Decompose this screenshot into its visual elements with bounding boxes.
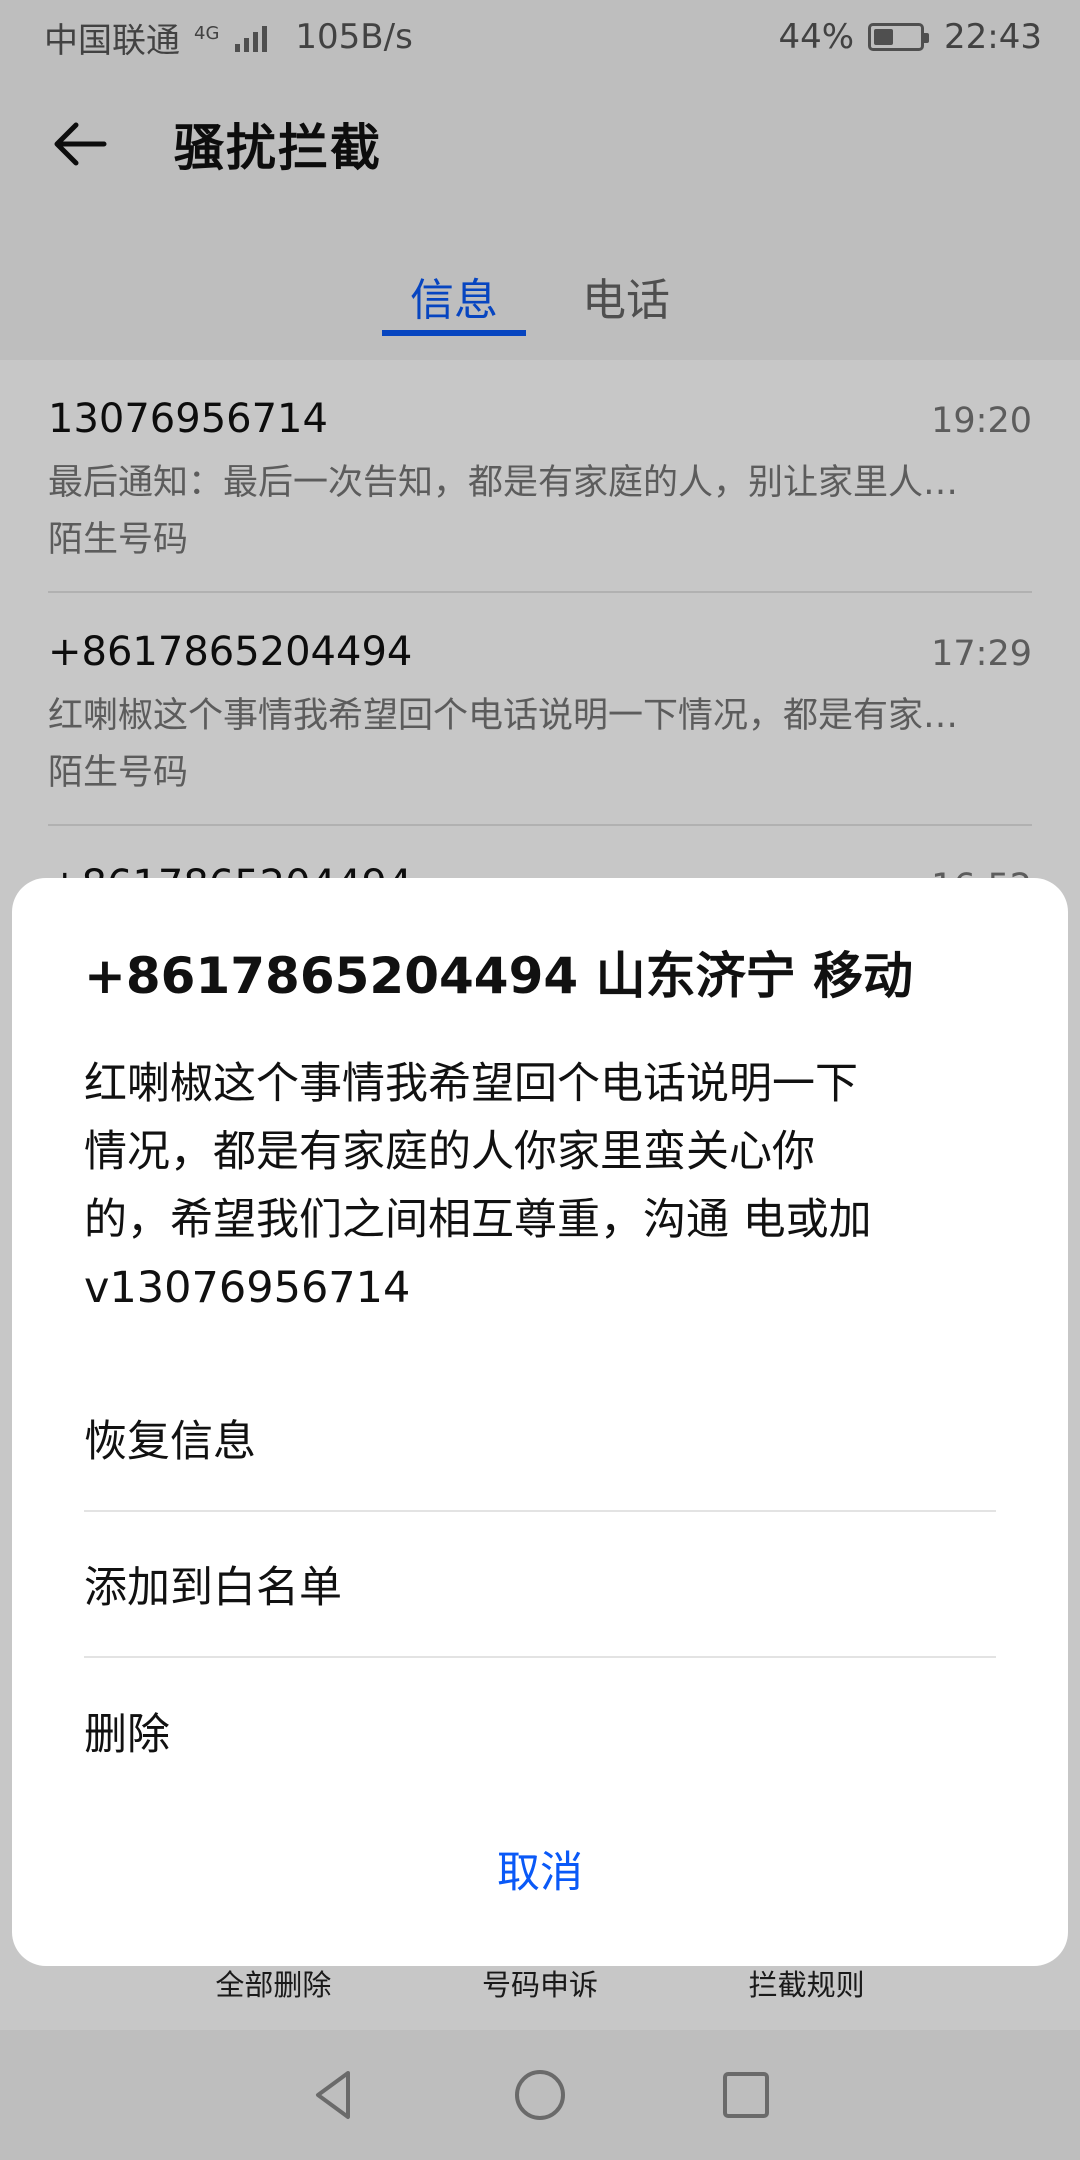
delete-option[interactable]: 删除 [84, 1658, 996, 1804]
cancel-button[interactable]: 取消 [12, 1838, 1068, 1900]
message-line: 的，希望我们之间相互尊重，沟通 电或加 [84, 1195, 872, 1245]
message-line: v13076956714 [84, 1263, 411, 1313]
restore-message-option[interactable]: 恢复信息 [84, 1366, 996, 1512]
add-to-whitelist-option[interactable]: 添加到白名单 [84, 1512, 996, 1658]
message-line: 红喇椒这个事情我希望回个电话说明一下 [84, 1059, 858, 1109]
dialog-message-body: 红喇椒这个事情我希望回个电话说明一下 情况，都是有家庭的人你家里蛮关心你 的，希… [84, 1050, 944, 1322]
message-action-dialog: +8617865204494 山东济宁 移动 红喇椒这个事情我希望回个电话说明一… [12, 878, 1068, 1966]
dialog-options: 恢复信息 添加到白名单 删除 [84, 1366, 996, 1804]
message-line: 情况，都是有家庭的人你家里蛮关心你 [84, 1127, 815, 1177]
dialog-title: +8617865204494 山东济宁 移动 [84, 947, 913, 1005]
